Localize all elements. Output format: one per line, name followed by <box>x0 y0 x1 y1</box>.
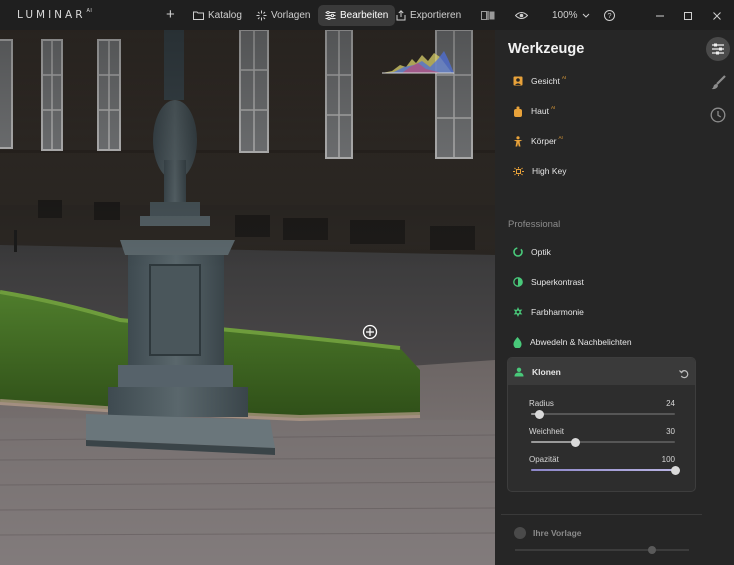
sparkle-icon <box>256 10 267 21</box>
bearbeiten-tab[interactable]: Bearbeiten <box>318 5 396 26</box>
face-icon <box>513 76 523 86</box>
tools-tab[interactable] <box>706 37 730 61</box>
maximize-icon <box>684 11 692 20</box>
tool-klonen-label: Klonen <box>532 367 561 377</box>
optik-icon <box>513 247 523 257</box>
tool-farbharmonie[interactable]: Farbharmonie <box>513 304 584 320</box>
katalog-label: Katalog <box>208 10 242 21</box>
skin-icon <box>514 106 522 117</box>
photo-canvas[interactable] <box>0 30 495 565</box>
vorlage-label: Ihre Vorlage <box>533 528 582 538</box>
exportieren-label: Exportieren <box>410 10 462 21</box>
close-icon <box>713 11 721 20</box>
tool-high-key[interactable]: High Key <box>513 163 567 179</box>
zoom-dropdown[interactable]: 100% <box>552 5 590 26</box>
tool-farbharmonie-label: Farbharmonie <box>531 307 584 317</box>
minimize-icon <box>656 15 664 16</box>
eye-icon <box>515 12 528 19</box>
reset-button[interactable] <box>679 366 689 384</box>
tool-haut-label: Haut <box>531 106 549 116</box>
sliders-icon <box>712 43 724 55</box>
tool-klonen[interactable]: Klonen <box>514 364 561 380</box>
toggle-icon <box>514 527 526 539</box>
section-professional: Professional <box>508 219 561 230</box>
tools-panel: Werkzeuge Gesicht AI Haut AI Körper AI High… <box>495 30 734 565</box>
slider-label: Weichheit <box>529 427 564 436</box>
compare-button[interactable] <box>481 5 495 26</box>
slider-fill <box>531 469 675 471</box>
body-icon <box>513 135 523 146</box>
klonen-tool-panel: Klonen Radius 24 Weichheit 30 Opazität 100 <box>507 357 696 492</box>
chevron-down-icon <box>582 13 589 18</box>
ai-badge: AI <box>558 135 563 140</box>
close-button[interactable] <box>712 5 722 26</box>
slider-track[interactable] <box>531 437 675 447</box>
vorlage-slider[interactable] <box>515 546 689 554</box>
tool-abwedeln-label: Abwedeln & Nachbelichten <box>530 337 632 347</box>
bearbeiten-label: Bearbeiten <box>340 10 389 21</box>
compare-icon <box>481 11 495 20</box>
katalog-button[interactable]: Katalog <box>193 5 242 26</box>
top-toolbar: LUMINARAI + Katalog Vorlagen Bearbeiten … <box>0 0 734 30</box>
brush-tab[interactable] <box>708 72 728 92</box>
add-button[interactable]: + <box>166 4 175 25</box>
help-button[interactable]: ? <box>604 5 615 26</box>
abwedeln-icon <box>513 336 522 348</box>
tool-koerper[interactable]: Körper AI <box>513 133 563 149</box>
minimize-button[interactable] <box>655 5 665 26</box>
clone-cursor <box>362 324 378 340</box>
export-icon <box>396 10 406 21</box>
panel-title: Werkzeuge <box>508 41 585 57</box>
slider-value: 100 <box>661 455 675 464</box>
vorlagen-button[interactable]: Vorlagen <box>256 5 310 26</box>
app-logo: LUMINARAI <box>17 8 93 21</box>
slider-track[interactable] <box>531 409 675 419</box>
undo-icon <box>679 370 689 379</box>
vorlagen-label: Vorlagen <box>271 10 311 21</box>
slider-value: 24 <box>666 399 675 408</box>
klonen-icon <box>514 367 524 377</box>
farbharmonie-icon <box>513 307 523 317</box>
sliders-icon <box>325 11 336 20</box>
tool-gesicht[interactable]: Gesicht AI <box>513 73 566 89</box>
tool-koerper-label: Körper <box>531 136 557 146</box>
tool-haut[interactable]: Haut AI <box>513 103 555 119</box>
tool-abwedeln[interactable]: Abwedeln & Nachbelichten <box>513 334 632 350</box>
slider-knob[interactable] <box>571 437 581 447</box>
slider-label: Radius <box>529 399 554 408</box>
zoom-value: 100% <box>552 10 578 21</box>
tool-superkontrast[interactable]: Superkontrast <box>513 274 584 290</box>
tool-gesicht-label: Gesicht <box>531 76 560 86</box>
folder-icon <box>193 11 204 20</box>
tool-optik[interactable]: Optik <box>513 244 551 260</box>
maximize-button[interactable] <box>683 5 693 26</box>
panel-divider <box>501 514 702 515</box>
exportieren-button[interactable]: Exportieren <box>396 5 461 26</box>
help-icon: ? <box>604 10 615 21</box>
tool-high-key-label: High Key <box>532 166 567 176</box>
tool-optik-label: Optik <box>531 247 551 257</box>
high-key-icon <box>513 166 524 176</box>
slider-knob[interactable] <box>535 409 545 419</box>
slider-label: Opazität <box>529 455 559 464</box>
vorlage-toggle[interactable]: Ihre Vorlage <box>514 527 582 539</box>
photo-image <box>0 30 495 565</box>
vorlage-slider-knob[interactable] <box>648 546 656 554</box>
slider-track[interactable] <box>531 465 680 475</box>
slider-fill <box>531 441 576 443</box>
plus-icon: + <box>166 6 175 23</box>
slider-value: 30 <box>666 427 675 436</box>
luminar-app-window: LUMINARAI + Katalog Vorlagen Bearbeiten … <box>0 0 734 565</box>
brush-icon <box>711 74 726 89</box>
ai-badge: AI <box>550 105 556 110</box>
tool-superkontrast-label: Superkontrast <box>531 277 584 287</box>
history-tab[interactable] <box>708 105 728 125</box>
superkontrast-icon <box>513 277 523 287</box>
slider-knob[interactable] <box>670 465 680 475</box>
ai-badge: AI <box>561 75 567 80</box>
clock-icon <box>710 107 726 123</box>
preview-button[interactable] <box>515 5 528 26</box>
